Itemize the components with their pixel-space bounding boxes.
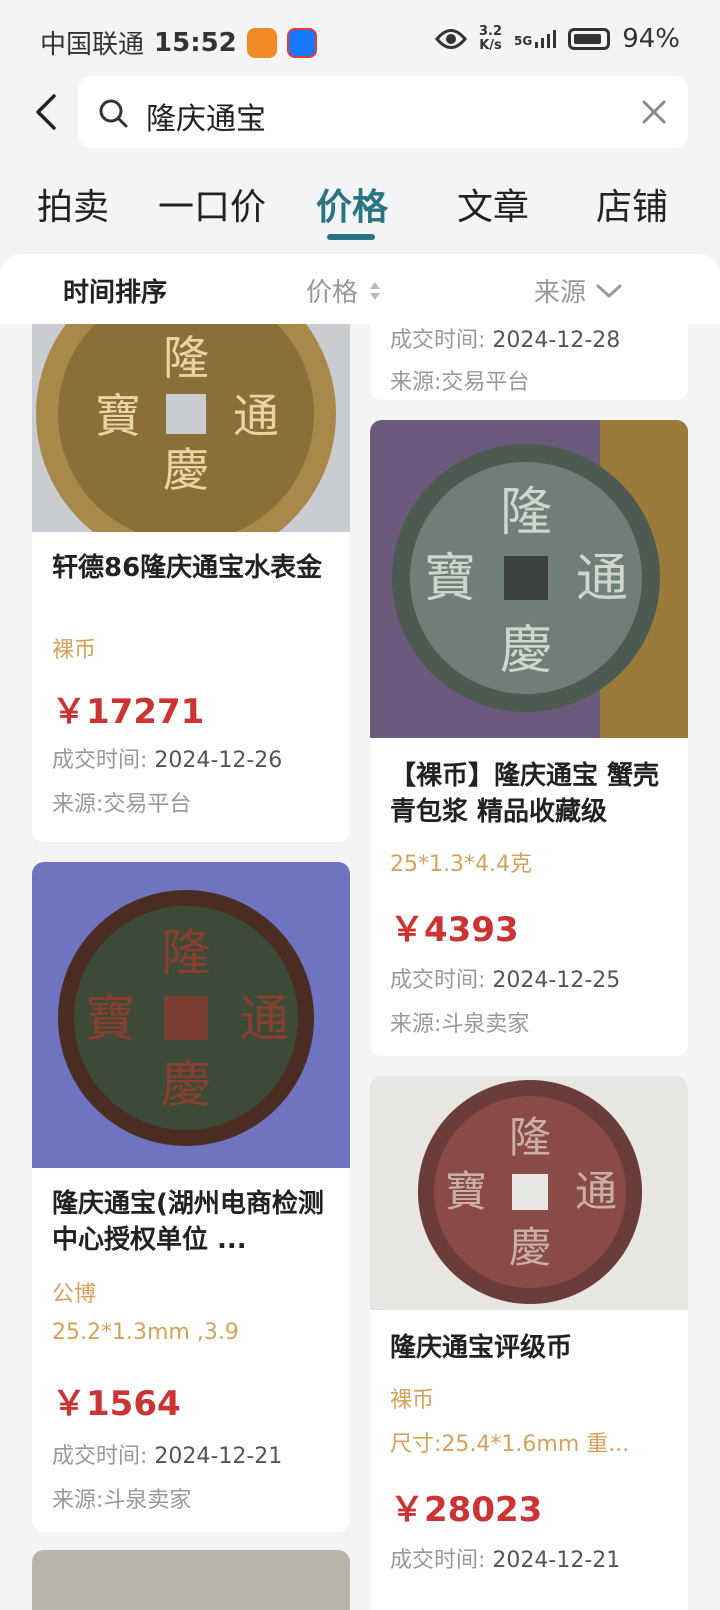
item-spec: 25.2*1.3mm ,3.9 xyxy=(52,1320,239,1345)
coin-char-top: 隆 xyxy=(163,331,209,385)
tab-shops[interactable]: 店铺 xyxy=(596,178,668,230)
source: 来源:交易平台 xyxy=(52,792,192,817)
chevron-down-icon xyxy=(596,284,622,297)
result-card[interactable]: 隆 通 慶 寶 【裸币】隆庆通宝 蟹壳青包浆 精品收藏级 25*1.3*4.4克… xyxy=(370,420,688,1056)
item-price: ￥4393 xyxy=(390,910,519,950)
sort-arrows-icon xyxy=(370,281,381,300)
item-price: ￥17271 xyxy=(52,692,205,732)
coin-image: 隆 通 慶 寶 xyxy=(370,420,688,738)
battery-level: 94% xyxy=(622,24,680,54)
status-bar: 中国联通 15:52 3.2 K/s 5G 94% xyxy=(0,0,720,80)
deal-time: 成交时间: 2024-12-25 xyxy=(390,968,621,993)
search-input[interactable]: 隆庆通宝 xyxy=(146,94,266,138)
sort-price-label: 价格 xyxy=(306,278,359,308)
item-spec: 尺寸:25.4*1.6mm 重... xyxy=(390,1432,630,1457)
tab-price[interactable]: 价格 xyxy=(316,178,388,230)
deal-time: 成交时间: 2024-12-21 xyxy=(52,1444,283,1469)
result-card[interactable]: 隆 通 慶 寶 隆庆通宝(湖州电商检测中心授权单位 ... 公博 25.2*1.… xyxy=(32,862,350,1532)
item-title: 隆庆通宝(湖州电商检测中心授权单位 ... xyxy=(52,1189,324,1255)
coin-char-top: 隆 xyxy=(509,1113,551,1162)
result-card[interactable]: 成交时间: 2024-12-28 来源:交易平台 xyxy=(370,324,688,400)
network-speed: 3.2 K/s xyxy=(478,24,502,53)
battery-icon xyxy=(568,28,611,50)
sort-bar: 时间排序 价格 来源 xyxy=(0,254,720,324)
item-tag: 公博 xyxy=(52,1282,97,1307)
source: 来源:斗泉卖家 xyxy=(390,1012,530,1037)
sort-by-price[interactable]: 价格 xyxy=(306,272,382,309)
alipay-badge-icon xyxy=(286,27,317,58)
item-price: ￥28023 xyxy=(390,1490,543,1530)
tab-articles[interactable]: 文章 xyxy=(457,178,529,230)
coin-char-right: 通 xyxy=(233,389,279,443)
result-card[interactable]: 隆 通 慶 寶 隆庆通宝评级币 裸币 尺寸:25.4*1.6mm 重... ￥2… xyxy=(370,1076,688,1610)
coin-image: 隆 通 慶 寶 xyxy=(32,324,350,532)
coin-char-left: 寶 xyxy=(95,389,141,443)
results-column-left: 隆 通 慶 寶 轩德86隆庆通宝水表金 裸币 ￥17271 成交时间: 2024… xyxy=(32,324,350,1610)
item-tag: 裸币 xyxy=(52,638,97,663)
deal-time: 成交时间: 2024-12-26 xyxy=(52,748,283,773)
item-title: 隆庆通宝评级币 xyxy=(390,1333,573,1363)
coin-char-top: 隆 xyxy=(161,924,211,982)
coin-image xyxy=(32,1550,350,1610)
coin-char-left: 寶 xyxy=(445,1167,487,1216)
coin-char-right: 通 xyxy=(575,1167,617,1216)
back-arrow-icon[interactable] xyxy=(30,92,64,132)
item-title: 【裸币】隆庆通宝 蟹壳青包浆 精品收藏级 xyxy=(390,761,660,827)
item-price: ￥1564 xyxy=(52,1384,181,1424)
results-column-right: 成交时间: 2024-12-28 来源:交易平台 隆 通 慶 寶 【裸币】隆庆通… xyxy=(370,324,688,1610)
coin-char-left: 寶 xyxy=(85,990,135,1048)
search-box[interactable]: 隆庆通宝 xyxy=(78,76,688,148)
tab-auction[interactable]: 拍卖 xyxy=(37,178,109,230)
search-icon xyxy=(99,99,128,128)
signal-icon: 5G xyxy=(514,30,557,48)
result-card[interactable]: 隆 通 慶 寶 轩德86隆庆通宝水表金 裸币 ￥17271 成交时间: 2024… xyxy=(32,324,350,842)
clock: 15:52 xyxy=(154,27,237,58)
result-card[interactable] xyxy=(32,1550,350,1610)
category-tabs: 拍卖 一口价 价格 文章 店铺 xyxy=(0,178,720,248)
eye-icon xyxy=(435,29,467,49)
item-spec: 25*1.3*4.4克 xyxy=(390,852,532,877)
item-title: 轩德86隆庆通宝水表金 xyxy=(52,553,323,583)
filter-source[interactable]: 来源 xyxy=(534,272,622,309)
deal-time: 成交时间: 2024-12-21 xyxy=(390,1548,621,1573)
coin-char-top: 隆 xyxy=(500,483,552,543)
item-tag: 裸币 xyxy=(390,1388,435,1413)
source: 来源:斗泉卖家 xyxy=(52,1488,192,1513)
coin-image: 隆 通 慶 寶 xyxy=(32,862,350,1168)
filter-source-label: 来源 xyxy=(534,278,587,308)
source: 来源:交易平台 xyxy=(390,370,530,395)
active-tab-indicator xyxy=(327,234,375,240)
coin-char-bottom: 慶 xyxy=(163,443,209,497)
carrier: 中国联通 xyxy=(40,30,145,60)
coin-char-right: 通 xyxy=(576,549,628,609)
coin-char-bottom: 慶 xyxy=(509,1223,551,1272)
deal-time: 成交时间: 2024-12-28 xyxy=(390,328,621,353)
coin-char-bottom: 慶 xyxy=(500,621,552,681)
coin-char-bottom: 慶 xyxy=(161,1056,211,1114)
search-row: 隆庆通宝 xyxy=(0,76,720,148)
coin-image: 隆 通 慶 寶 xyxy=(370,1076,688,1310)
app-badge-icon xyxy=(246,27,277,58)
sort-by-time[interactable]: 时间排序 xyxy=(63,272,167,309)
clear-icon[interactable] xyxy=(640,98,668,126)
tab-fixed-price[interactable]: 一口价 xyxy=(158,178,266,230)
coin-char-left: 寶 xyxy=(424,549,476,609)
coin-char-right: 通 xyxy=(239,990,289,1048)
